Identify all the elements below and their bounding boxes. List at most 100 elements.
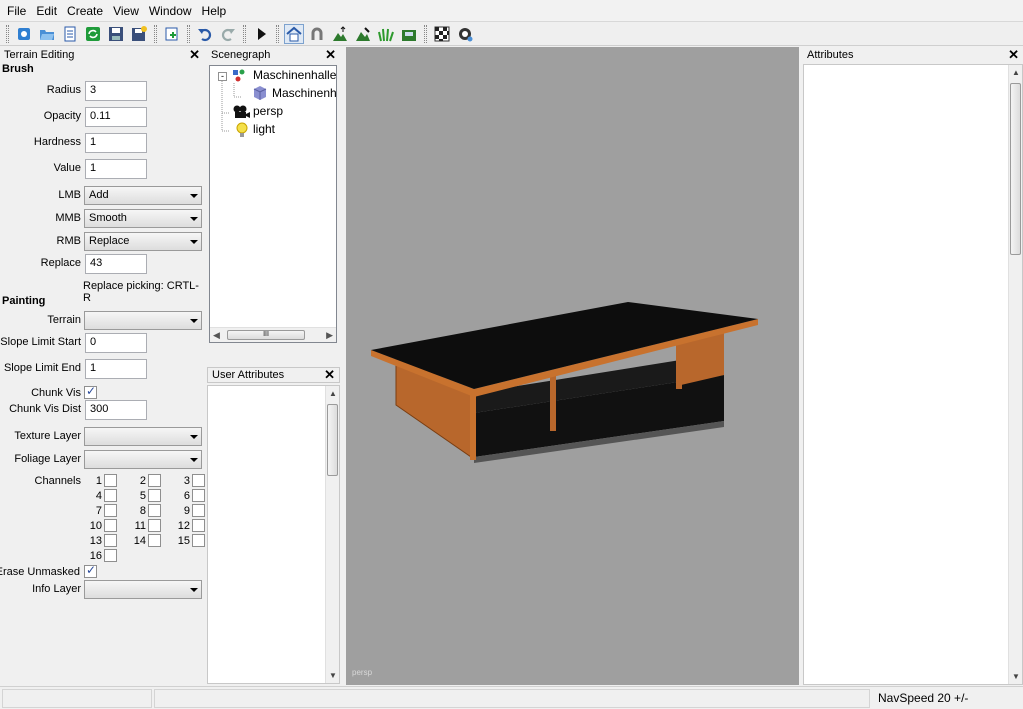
- chevron-left-icon[interactable]: ◀: [213, 330, 220, 341]
- column: [470, 390, 476, 460]
- chunk-vis-dist-input[interactable]: 300: [85, 400, 147, 420]
- foliage-layer-select[interactable]: [84, 450, 202, 469]
- settings-icon[interactable]: [455, 24, 475, 44]
- channel-label: 13: [89, 535, 102, 547]
- info-layer-select[interactable]: [84, 580, 202, 599]
- channel-checkbox[interactable]: [148, 534, 161, 547]
- scroll-thumb[interactable]: [1010, 83, 1021, 255]
- close-icon[interactable]: ✕: [325, 48, 336, 61]
- building-model: [371, 302, 758, 463]
- 3d-viewport[interactable]: persp: [346, 47, 799, 685]
- chevron-up-icon[interactable]: ▲: [329, 389, 337, 398]
- channel-label: 11: [134, 520, 146, 532]
- channel-checkbox[interactable]: [192, 504, 205, 517]
- close-icon[interactable]: ✕: [1008, 48, 1019, 61]
- rmb-select[interactable]: Replace: [84, 232, 202, 251]
- slope-end-input[interactable]: 1: [85, 359, 147, 379]
- channel-checkbox[interactable]: [148, 474, 161, 487]
- column: [550, 373, 556, 431]
- menu-edit[interactable]: Edit: [31, 1, 62, 21]
- chevron-right-icon[interactable]: ▶: [326, 330, 333, 341]
- toolbar: [0, 22, 1023, 46]
- scroll-thumb[interactable]: [327, 404, 338, 476]
- radius-input[interactable]: 3: [85, 81, 147, 101]
- collapse-toggle[interactable]: -: [218, 72, 227, 81]
- hardness-label: Hardness: [33, 136, 81, 148]
- terrain-raise-icon[interactable]: [330, 24, 350, 44]
- value-input[interactable]: 1: [85, 159, 147, 179]
- refresh-icon[interactable]: [83, 24, 103, 44]
- user-attributes-scrollbar[interactable]: ▲ ▼: [325, 386, 339, 683]
- hardness-input[interactable]: 1: [85, 133, 147, 153]
- undo-icon[interactable]: [195, 24, 215, 44]
- new-node-icon[interactable]: [162, 24, 182, 44]
- tree-item-maschinenhalle[interactable]: Maschinenhalle: [253, 68, 336, 82]
- chunk-vis-checkbox[interactable]: [84, 384, 97, 399]
- close-icon[interactable]: ✕: [324, 368, 335, 381]
- open-icon[interactable]: [37, 24, 57, 44]
- mmb-select[interactable]: Smooth: [84, 209, 202, 228]
- chunk-vis-dist-label: Chunk Vis Dist: [9, 403, 81, 415]
- list-icon[interactable]: [60, 24, 80, 44]
- channel-checkbox[interactable]: [104, 489, 117, 502]
- menu-create[interactable]: Create: [62, 1, 108, 21]
- home-icon[interactable]: [284, 23, 304, 44]
- menu-help[interactable]: Help: [197, 1, 232, 21]
- chevron-down-icon[interactable]: ▼: [1012, 672, 1020, 681]
- channel-checkbox[interactable]: [148, 519, 161, 532]
- lmb-select[interactable]: Add: [84, 186, 202, 205]
- tree-item-light[interactable]: light: [253, 122, 275, 136]
- checker-icon[interactable]: [432, 24, 452, 44]
- terrain-paint-icon[interactable]: [353, 24, 373, 44]
- play-icon[interactable]: [251, 24, 271, 44]
- foliage-icon[interactable]: [376, 24, 396, 44]
- redo-icon[interactable]: [218, 24, 238, 44]
- erase-unmasked-checkbox[interactable]: [84, 563, 97, 578]
- tree-item-maschinenh[interactable]: Maschinenh: [272, 86, 337, 100]
- channel-label: 4: [95, 490, 102, 502]
- channel-checkbox[interactable]: [148, 489, 161, 502]
- terrain-select[interactable]: [84, 311, 202, 330]
- group-icon: [233, 69, 245, 82]
- toolbar-grip[interactable]: [243, 24, 246, 43]
- channel-checkbox[interactable]: [104, 474, 117, 487]
- channel-checkbox[interactable]: [104, 504, 117, 517]
- channel-checkbox[interactable]: [192, 489, 205, 502]
- user-attributes-content: ▲ ▼: [207, 385, 340, 684]
- channel-checkbox[interactable]: [192, 534, 205, 547]
- toolbar-grip[interactable]: [187, 24, 190, 43]
- channel-checkbox[interactable]: [192, 474, 205, 487]
- channels-label: Channels: [34, 475, 81, 487]
- menu-file[interactable]: File: [2, 1, 31, 21]
- attributes-scrollbar[interactable]: ▲ ▼: [1008, 65, 1022, 684]
- channel-checkbox[interactable]: [192, 519, 205, 532]
- toolbar-grip[interactable]: [276, 24, 279, 43]
- save-as-icon[interactable]: [129, 24, 149, 44]
- channel-checkbox[interactable]: [104, 549, 117, 562]
- attributes-title: Attributes: [807, 49, 854, 61]
- magnet-icon[interactable]: [307, 24, 327, 44]
- rmb-label: RMB: [56, 235, 81, 247]
- export-icon[interactable]: [399, 24, 419, 44]
- chevron-down-icon[interactable]: ▼: [329, 671, 337, 680]
- opacity-input[interactable]: 0.11: [85, 107, 147, 127]
- chevron-up-icon[interactable]: ▲: [1012, 68, 1020, 77]
- texture-layer-select[interactable]: [84, 427, 202, 446]
- menu-window[interactable]: Window: [144, 1, 197, 21]
- toolbar-grip[interactable]: [424, 24, 427, 43]
- gear-icon[interactable]: [14, 24, 34, 44]
- tree-hscrollbar[interactable]: ◀ III ▶: [210, 327, 336, 342]
- save-icon[interactable]: [106, 24, 126, 44]
- toolbar-grip[interactable]: [154, 24, 157, 43]
- slope-start-input[interactable]: 0: [85, 333, 147, 353]
- channel-checkbox[interactable]: [104, 534, 117, 547]
- channel-checkbox[interactable]: [104, 519, 117, 532]
- tree-item-persp[interactable]: persp: [253, 104, 283, 118]
- replace-input[interactable]: 43: [85, 254, 147, 274]
- menu-view[interactable]: View: [108, 1, 144, 21]
- hscroll-thumb[interactable]: III: [227, 330, 305, 340]
- replace-row: Replace 43: [0, 254, 204, 274]
- toolbar-grip[interactable]: [6, 24, 9, 43]
- channel-checkbox[interactable]: [148, 504, 161, 517]
- close-icon[interactable]: ✕: [189, 48, 200, 61]
